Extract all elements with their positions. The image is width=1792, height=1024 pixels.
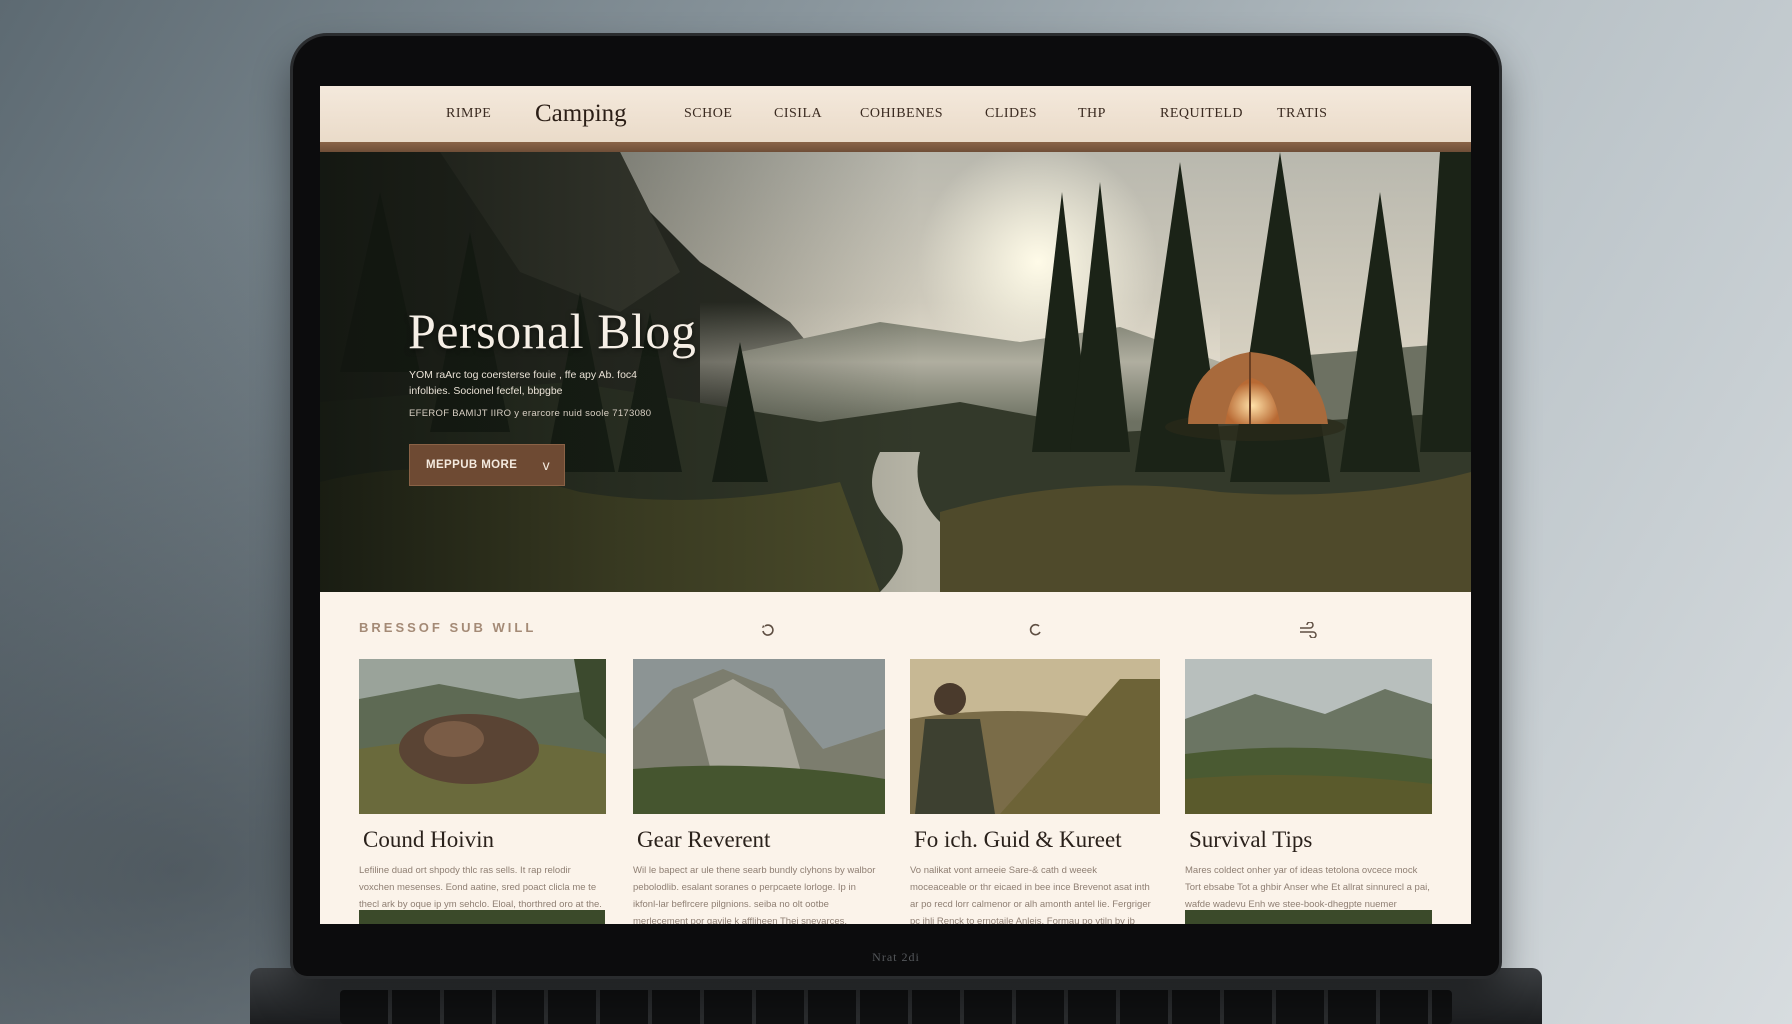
hero-description-line: infolbies. Socionel fecfel, bbpgbe (409, 385, 563, 397)
card-title[interactable]: Cound Hoivin (363, 827, 494, 853)
next-card-image-peek (359, 910, 605, 924)
nav-item-schoe[interactable]: SCHOE (684, 86, 732, 142)
loop-icon[interactable] (1028, 622, 1044, 638)
chevron-down-icon: v (542, 457, 550, 473)
card-title[interactable]: Gear Reverent (637, 827, 770, 853)
nav-item-requiteld[interactable]: REQUITELD (1160, 86, 1243, 142)
nav-item-cisila[interactable]: CISILA (774, 86, 822, 142)
card-excerpt: Vo nalikat vont arneeie Sare-& cath d we… (910, 865, 1151, 924)
laptop-keyboard-deck (250, 968, 1542, 1024)
blog-card[interactable]: Gear Reverent Wil le bapect ar ule thene… (633, 659, 885, 924)
nav-item-cohibenes[interactable]: COHIBENES (860, 86, 943, 142)
section-label: BRESSOF SUB WILL (359, 620, 537, 635)
card-image-mountain (633, 659, 885, 814)
wind-icon[interactable] (1298, 621, 1317, 639)
hero-banner: Personal Blog YOM raArc tog coersterse f… (320, 152, 1471, 592)
hero-title: Personal Blog (408, 303, 697, 359)
refresh-icon[interactable] (760, 622, 776, 638)
nav-item-tratis[interactable]: TRATIS (1277, 86, 1327, 142)
bezel-model-label: Nrat 2di (872, 950, 920, 964)
browser-screen: RIMPE Camping SCHOE CISILA COHIBENES CLI… (320, 86, 1471, 924)
nav-item-clides[interactable]: CLIDES (985, 86, 1037, 142)
nav-item-thp[interactable]: THP (1078, 86, 1106, 142)
blog-card[interactable]: Cound Hoivin Lefiline duad ort shpody th… (359, 659, 606, 924)
card-image-valley (1185, 659, 1432, 814)
card-title[interactable]: Survival Tips (1189, 827, 1312, 853)
card-excerpt: Wil le bapect ar ule thene searb bundly … (633, 865, 876, 924)
next-card-image-peek (1185, 910, 1432, 924)
hero-description: YOM raArc tog coersterse fouie , ffe apy… (409, 367, 709, 399)
blog-card[interactable]: Fo ich. Guid & Kureet Vo nalikat vont ar… (910, 659, 1160, 924)
nav-item-rimpe[interactable]: RIMPE (446, 86, 491, 142)
hero-meta: EFEROF BAMIJT IIRO y erarcore nuid soole… (409, 408, 652, 419)
card-image-gear (359, 659, 606, 814)
site-logo[interactable]: Camping (535, 86, 627, 142)
card-title[interactable]: Fo ich. Guid & Kureet (914, 827, 1122, 853)
blog-card[interactable]: Survival Tips Mares coldect onher yar of… (1185, 659, 1432, 924)
nav-divider-band (320, 142, 1471, 152)
read-more-button[interactable]: MEPPUB MORE v (409, 444, 565, 486)
read-more-label: MEPPUB MORE (426, 459, 518, 471)
card-image-hiker (910, 659, 1160, 814)
hero-description-line: YOM raArc tog coersterse fouie , ffe apy… (409, 369, 638, 381)
keyboard-keys (340, 990, 1452, 1024)
top-navigation: RIMPE Camping SCHOE CISILA COHIBENES CLI… (320, 86, 1471, 142)
